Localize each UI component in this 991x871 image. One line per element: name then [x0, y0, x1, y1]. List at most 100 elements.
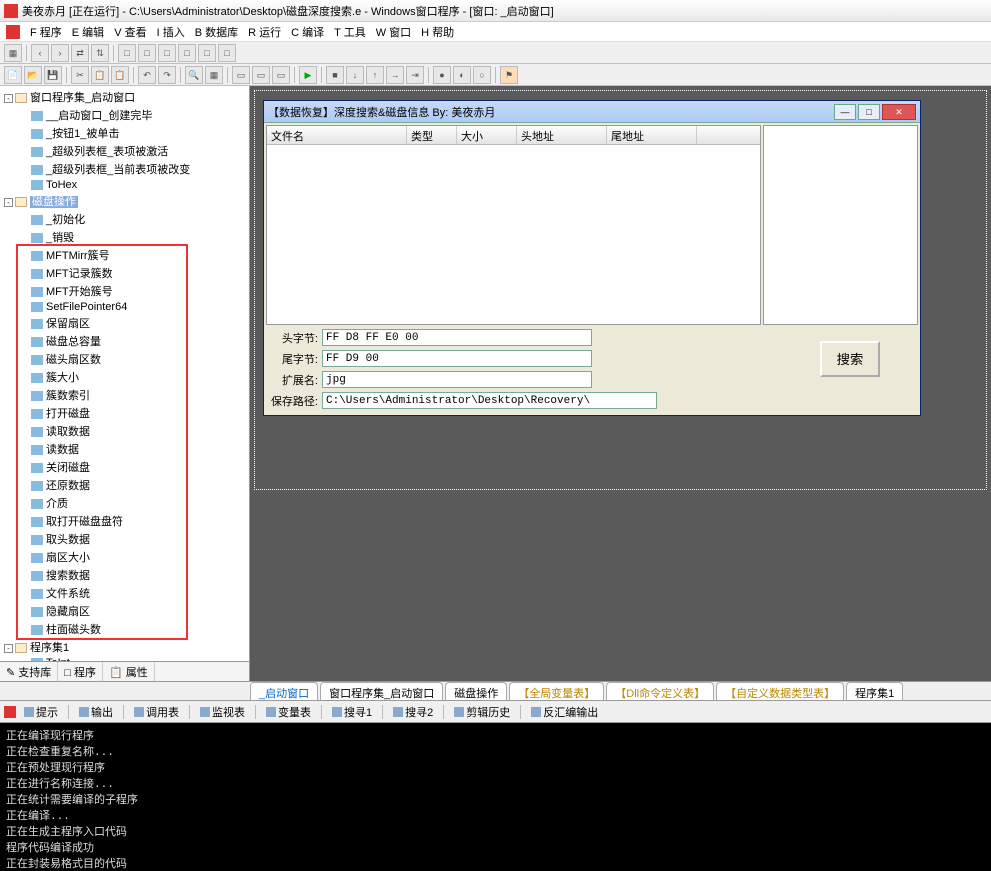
tb-btn[interactable]: ⇥ [406, 66, 424, 84]
column-header[interactable]: 头地址 [517, 126, 607, 144]
debug-tab[interactable]: 监视表 [195, 702, 250, 722]
menu-item[interactable]: I 插入 [153, 22, 189, 42]
debug-tab[interactable]: 搜寻1 [327, 702, 377, 722]
tb-btn[interactable]: □ [198, 44, 216, 62]
undo-icon[interactable]: ↶ [138, 66, 156, 84]
tree-node[interactable]: 还原数据 [2, 476, 247, 494]
editor-tab[interactable]: _启动窗口 [250, 682, 318, 700]
tb-btn[interactable]: ⇄ [71, 44, 89, 62]
tree-node[interactable]: 搜索数据 [2, 566, 247, 584]
copy-icon[interactable]: 📋 [91, 66, 109, 84]
tb-btn[interactable]: ▭ [252, 66, 270, 84]
tree-node[interactable]: 簇数索引 [2, 386, 247, 404]
stop-icon[interactable]: ■ [326, 66, 344, 84]
tab-properties[interactable]: 📋 属性 [103, 662, 155, 681]
minimize-icon[interactable]: — [834, 104, 856, 120]
close-icon[interactable]: ✕ [882, 104, 916, 120]
tree-node[interactable]: -程序集1 [2, 638, 247, 656]
child-titlebar[interactable]: 【数据恢复】深度搜索&磁盘信息 By: 美夜赤月 — □ ✕ [264, 101, 920, 123]
run-icon[interactable]: ▶ [299, 66, 317, 84]
tree-node[interactable]: 磁头扇区数 [2, 350, 247, 368]
tb-btn[interactable]: ⚑ [500, 66, 518, 84]
stop-debug-icon[interactable] [4, 706, 16, 718]
editor-tab[interactable]: 【自定义数据类型表】 [716, 682, 844, 700]
tb-btn[interactable]: ● [433, 66, 451, 84]
tree-node[interactable]: _销毁 [2, 228, 247, 246]
tree-node[interactable]: 柱面磁头数 [2, 620, 247, 638]
tab-program[interactable]: □ 程序 [58, 662, 103, 681]
tb-btn[interactable]: ↓ [346, 66, 364, 84]
tree-node[interactable]: 打开磁盘 [2, 404, 247, 422]
toggle-icon[interactable]: - [4, 94, 13, 103]
tree-node[interactable]: ToInt [2, 656, 247, 661]
column-header[interactable]: 文件名 [267, 126, 407, 144]
head-bytes-input[interactable] [322, 329, 592, 346]
tree-node[interactable]: 读数据 [2, 440, 247, 458]
editor-tab[interactable]: 【全局变量表】 [509, 682, 604, 700]
tree-node[interactable]: -窗口程序集_启动窗口 [2, 88, 247, 106]
menu-item[interactable]: R 运行 [244, 22, 285, 42]
cut-icon[interactable]: ✂ [71, 66, 89, 84]
tree-node[interactable]: __启动窗口_创建完毕 [2, 106, 247, 124]
debug-tab[interactable]: 调用表 [129, 702, 184, 722]
menu-item[interactable]: V 查看 [110, 22, 150, 42]
debug-tab[interactable]: 变量表 [261, 702, 316, 722]
menu-item[interactable]: F 程序 [26, 22, 66, 42]
tb-btn[interactable]: □ [138, 44, 156, 62]
debug-tab[interactable]: 搜寻2 [388, 702, 438, 722]
menu-item[interactable]: C 编译 [287, 22, 328, 42]
tb-btn[interactable]: ○ [473, 66, 491, 84]
tree-node[interactable]: MFT开始簇号 [2, 282, 247, 300]
tree-node[interactable]: -磁盘操作 [2, 192, 247, 210]
tb-btn[interactable]: □ [178, 44, 196, 62]
tree-node[interactable]: 介质 [2, 494, 247, 512]
column-header[interactable]: 尾地址 [607, 126, 697, 144]
tree-node[interactable]: _超级列表框_表项被激活 [2, 142, 247, 160]
tb-btn[interactable]: ⇅ [91, 44, 109, 62]
tree-node[interactable]: 扇区大小 [2, 548, 247, 566]
tail-bytes-input[interactable] [322, 350, 592, 367]
ext-input[interactable] [322, 371, 592, 388]
tree-node[interactable]: 取打开磁盘盘符 [2, 512, 247, 530]
tree-node[interactable]: 隐藏扇区 [2, 602, 247, 620]
toggle-icon[interactable]: - [4, 644, 13, 653]
tree-node[interactable]: 读取数据 [2, 422, 247, 440]
tree-node[interactable]: 保留扇区 [2, 314, 247, 332]
column-header[interactable]: 类型 [407, 126, 457, 144]
debug-tab[interactable]: 反汇编输出 [526, 702, 603, 722]
project-tree[interactable]: -窗口程序集_启动窗口__启动窗口_创建完毕_按钮1_被单击_超级列表框_表项被… [0, 86, 249, 661]
tree-node[interactable]: 簇大小 [2, 368, 247, 386]
column-header[interactable]: 大小 [457, 126, 517, 144]
save-path-input[interactable] [322, 392, 657, 409]
menu-item[interactable]: B 数据库 [191, 22, 242, 42]
tree-node[interactable]: ToHex [2, 178, 247, 192]
tb-btn[interactable]: □ [158, 44, 176, 62]
toggle-icon[interactable]: - [4, 198, 13, 207]
search-button[interactable]: 搜索 [820, 341, 880, 377]
tree-node[interactable]: 磁盘总容量 [2, 332, 247, 350]
menu-item[interactable]: E 编辑 [68, 22, 108, 42]
redo-icon[interactable]: ↷ [158, 66, 176, 84]
file-listview[interactable]: 文件名类型大小头地址尾地址 [266, 125, 761, 325]
open-icon[interactable]: 📂 [24, 66, 42, 84]
tb-btn[interactable]: ▭ [232, 66, 250, 84]
tree-node[interactable]: _初始化 [2, 210, 247, 228]
output-panel[interactable]: 正在编译现行程序正在检查重复名称...正在预处理现行程序正在进行名称连接...正… [0, 723, 991, 871]
paste-icon[interactable]: 📋 [111, 66, 129, 84]
tree-node[interactable]: 关闭磁盘 [2, 458, 247, 476]
tb-btn[interactable]: □ [218, 44, 236, 62]
editor-tab[interactable]: 磁盘操作 [445, 682, 507, 700]
debug-tab[interactable]: 剪辑历史 [449, 702, 515, 722]
tb-btn[interactable]: ▦ [4, 44, 22, 62]
save-icon[interactable]: 💾 [44, 66, 62, 84]
tree-node[interactable]: 取头数据 [2, 530, 247, 548]
tree-node[interactable]: MFTMirr簇号 [2, 246, 247, 264]
maximize-icon[interactable]: □ [858, 104, 880, 120]
tb-btn[interactable]: → [386, 66, 404, 84]
tree-node[interactable]: MFT记录簇数 [2, 264, 247, 282]
new-icon[interactable]: 📄 [4, 66, 22, 84]
editor-tab[interactable]: 【Dll命令定义表】 [606, 682, 714, 700]
tb-btn[interactable]: ▭ [272, 66, 290, 84]
editor-tab[interactable]: 窗口程序集_启动窗口 [320, 682, 443, 700]
find-icon[interactable]: 🔍 [185, 66, 203, 84]
